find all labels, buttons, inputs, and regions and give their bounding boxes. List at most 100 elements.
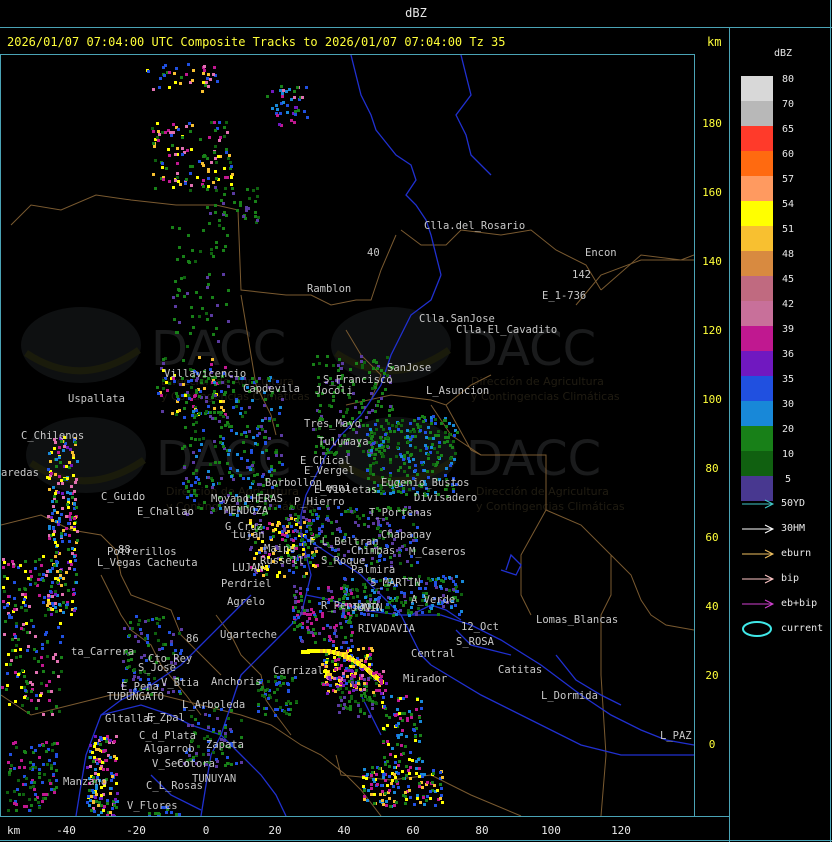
place-label: E_Zpal [147,712,185,724]
echo-pixel [275,451,278,454]
echo-pixel [66,603,69,606]
echo-pixel [351,631,354,634]
echo-pixel [69,512,72,515]
echo-pixel [305,572,308,575]
echo-pixel [202,229,205,232]
echo-pixel [23,766,26,769]
echo-pixel [355,614,358,617]
echo-pixel [239,201,242,204]
legend-swatch [741,351,773,376]
radar-map[interactable]: DACC Dirección de Agricultura y Continge… [1,55,694,816]
echo-pixel [171,144,174,147]
echo-pixel [180,628,183,631]
echo-pixel [329,638,332,641]
echo-pixel [276,108,279,111]
echo-pixel [55,500,58,503]
echo-pixel [197,745,200,748]
echo-pixel [389,458,392,461]
echo-pixel [287,530,290,533]
echo-pixel [214,417,217,420]
echo-pixel [3,575,6,578]
echo-pixel [208,222,211,225]
echo-pixel [419,425,422,428]
echo-pixel [209,212,212,215]
echo-pixel [228,154,231,157]
echo-pixel [367,677,370,680]
place-label: 40 [367,247,380,259]
echo-pixel [21,704,24,707]
echo-pixel [419,429,422,432]
echo-pixel [14,604,17,607]
echo-pixel [254,442,257,445]
y-tick-label: 20 [705,669,719,682]
echo-pixel [198,438,201,441]
echo-pixel [281,463,284,466]
echo-pixel [38,594,41,597]
echo-pixel [185,401,188,404]
echo-pixel [75,478,78,481]
echo-pixel [213,121,216,124]
echo-pixel [294,113,297,116]
echo-pixel [210,252,213,255]
echo-pixel [14,671,17,674]
echo-pixel [260,425,263,428]
echo-pixel [65,606,68,609]
echo-pixel [22,793,25,796]
echo-pixel [161,647,164,650]
echo-pixel [278,461,281,464]
echo-pixel [186,345,189,348]
echo-pixel [159,77,162,80]
echo-pixel [382,803,385,806]
echo-pixel [38,558,41,561]
echo-pixel [353,675,356,678]
echo-pixel [346,450,349,453]
echo-pixel [2,558,5,561]
place-label: C_L_Rosas [146,780,203,792]
echo-pixel [362,424,365,427]
echo-pixel [58,456,61,459]
echo-pixel [361,674,364,677]
echo-pixel [279,706,282,709]
echo-pixel [184,394,187,397]
place-label: Divisadero [414,492,477,504]
echo-pixel [89,744,92,747]
echo-pixel [416,561,419,564]
echo-pixel [208,136,211,139]
echo-pixel [245,206,248,209]
echo-pixel [205,485,208,488]
frame-outer-bottom [0,840,832,841]
echo-pixel [305,530,308,533]
track-legend-label: eburn [781,548,812,559]
echo-pixel [30,699,33,702]
echo-pixel [347,510,350,513]
echo-pixel [372,473,375,476]
echo-pixel [110,772,113,775]
echo-pixel [7,653,10,656]
echo-pixel [152,130,155,133]
echo-pixel [70,485,73,488]
echo-pixel [363,692,366,695]
echo-pixel [185,73,188,76]
echo-pixel [50,690,53,693]
echo-pixel [363,712,366,715]
place-label: C_d_Plata [139,730,196,742]
echo-pixel [212,255,215,258]
echo-pixel [287,518,290,521]
echo-pixel [158,618,161,621]
echo-pixel [436,789,439,792]
echo-pixel [407,785,410,788]
y-tick-label: 0 [708,738,716,751]
echo-pixel [41,781,44,784]
echo-pixel [213,440,216,443]
echo-pixel [290,525,293,528]
echo-pixel [215,765,218,768]
echo-pixel [72,588,75,591]
legend-swatch [741,151,773,176]
echo-pixel [326,624,329,627]
echo-pixel [55,560,58,563]
place-label: Ramblon [307,283,351,295]
echo-pixel [206,735,209,738]
echo-pixel [27,577,30,580]
echo-pixel [313,509,316,512]
echo-pixel [386,436,389,439]
